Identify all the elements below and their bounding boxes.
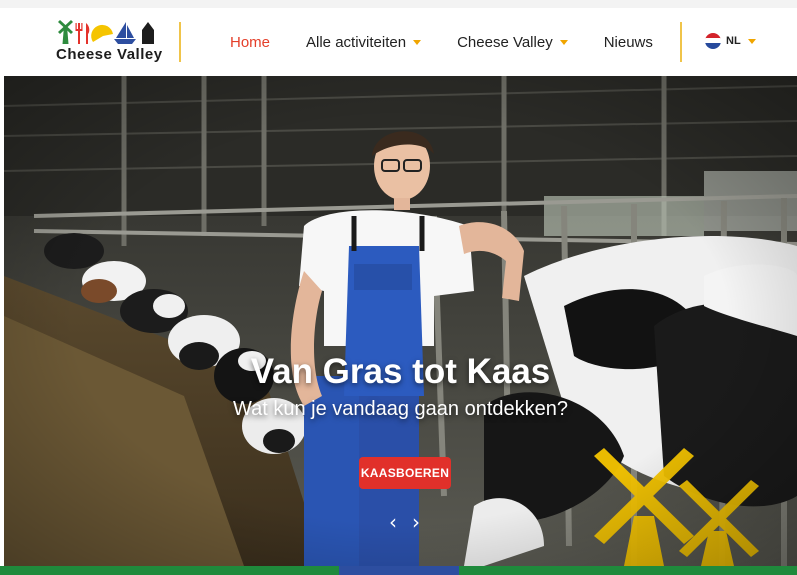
page: Cheese Valley Home Alle activiteiten Che… [0, 0, 797, 575]
footer-bar-green [0, 566, 339, 575]
hero-subtitle: Wat kun je vandaag gaan ontdekken? [232, 398, 569, 420]
nav-item-nieuws[interactable]: Nieuws [604, 34, 653, 51]
chevron-right-icon[interactable]: › [407, 512, 425, 532]
logo-wordmark: Cheese Valley [56, 46, 163, 63]
hero-photo-farmer-with-cows [4, 76, 797, 566]
chevron-down-icon [559, 40, 568, 45]
nav-item-label: Nieuws [603, 33, 653, 51]
chevron-left-icon[interactable]: ‹ [384, 512, 402, 532]
hero-title: Van Gras tot Kaas [250, 352, 551, 391]
nav-item-label: Cheese Valley [457, 33, 553, 51]
nav-item-cheese-valley[interactable]: Cheese Valley [457, 34, 568, 51]
main-navigation: Home Alle activiteiten Cheese Valley Nie… [230, 8, 689, 76]
chevron-down-icon [413, 40, 422, 45]
footer-color-bar [0, 566, 797, 575]
top-strip [0, 0, 797, 8]
nav-item-home[interactable]: Home [230, 34, 270, 51]
hero-banner: Van Gras tot Kaas Wat kun je vandaag gaa… [4, 76, 797, 566]
nav-item-label: Home [230, 33, 271, 51]
language-code: NL [726, 35, 741, 47]
nav-item-label: Alle activiteiten [306, 33, 407, 51]
netherlands-flag-icon [705, 33, 721, 49]
language-selector[interactable]: NL [705, 33, 756, 49]
header-divider [680, 22, 682, 62]
chevron-down-icon [747, 39, 756, 44]
footer-bar-green [458, 566, 797, 575]
footer-bar-blue [338, 566, 459, 575]
logo-icons [58, 20, 154, 44]
site-header: Cheese Valley Home Alle activiteiten Che… [0, 8, 797, 76]
kaasboeren-button[interactable]: KAASBOEREN [359, 457, 451, 489]
header-divider [179, 22, 181, 62]
cheese-valley-logo[interactable]: Cheese Valley [56, 20, 163, 68]
nav-item-alle-activiteiten[interactable]: Alle activiteiten [306, 33, 422, 51]
